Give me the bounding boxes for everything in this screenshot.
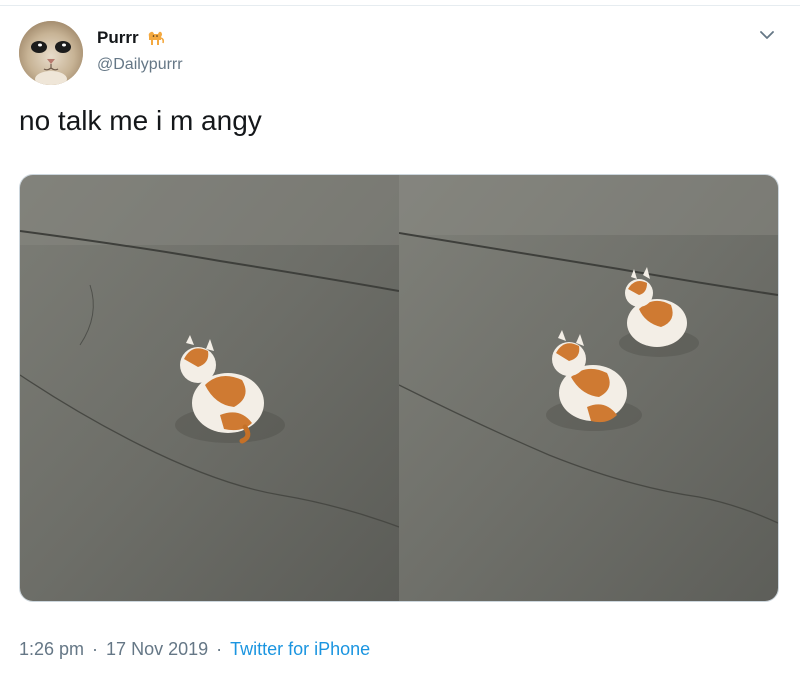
- meta-separator: ·: [92, 639, 99, 659]
- tweet-meta: 1:26 pm · 17 Nov 2019 · Twitter for iPho…: [19, 639, 370, 660]
- top-divider: [0, 5, 800, 6]
- tweet-media[interactable]: [19, 174, 779, 602]
- kittens-photo-image: [399, 175, 778, 601]
- tweet-date[interactable]: 17 Nov 2019: [106, 639, 208, 660]
- author-handle[interactable]: @Dailypurrr: [97, 56, 183, 74]
- author-name-row[interactable]: Purrr: [97, 28, 165, 48]
- photo-two[interactable]: [399, 175, 778, 601]
- meta-separator: ·: [216, 639, 223, 659]
- tweet-time[interactable]: 1:26 pm: [19, 639, 84, 660]
- kitten-photo-image: [20, 175, 399, 601]
- display-name[interactable]: Purrr: [97, 28, 139, 48]
- cat-emoji-icon: [148, 31, 164, 45]
- tweet-text: no talk me i m angy: [19, 105, 262, 136]
- avatar[interactable]: [19, 21, 83, 85]
- cat-face-avatar-image: [19, 21, 83, 85]
- tweet-source-link[interactable]: Twitter for iPhone: [230, 639, 370, 660]
- photo-one[interactable]: [20, 175, 399, 601]
- chevron-down-icon[interactable]: [758, 28, 776, 42]
